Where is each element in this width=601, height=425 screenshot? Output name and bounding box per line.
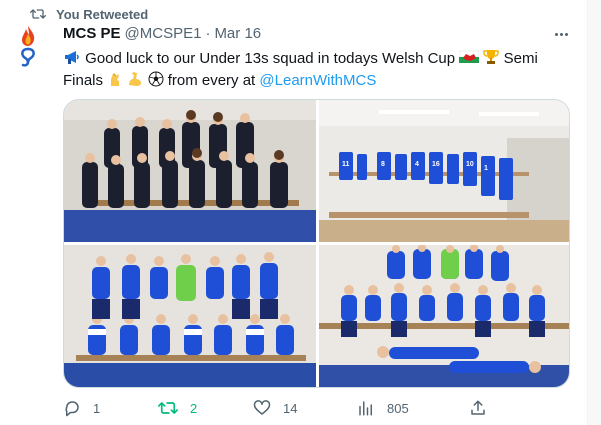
- views-button[interactable]: 805: [357, 396, 409, 420]
- squad-photo-uniform[interactable]: [64, 100, 316, 242]
- svg-text:16: 16: [432, 161, 440, 168]
- display-name[interactable]: MCS PE: [63, 25, 121, 42]
- svg-text:8: 8: [381, 161, 385, 168]
- photo-image: 11 8 4 16 10 1: [319, 100, 569, 242]
- wales-flag-emoji: [459, 50, 480, 63]
- trophy-emoji: [483, 50, 500, 64]
- like-count: 14: [283, 400, 298, 416]
- retweet-button[interactable]: 2: [158, 396, 197, 420]
- more-options-button[interactable]: [552, 27, 570, 41]
- svg-text:11: 11: [342, 161, 350, 168]
- tweet-text-line-1: Good luck to our Under 13s squad in toda…: [63, 48, 563, 70]
- user-handle[interactable]: @MCSPE1: [125, 25, 202, 42]
- reply-icon: [65, 401, 79, 417]
- reply-count: 1: [93, 400, 101, 416]
- photo-image: [64, 100, 316, 242]
- views-icon: [359, 401, 372, 416]
- megaphone-emoji: [65, 51, 79, 64]
- svg-text:4: 4: [415, 161, 419, 168]
- photo-image: [319, 245, 569, 387]
- tweet-text-part: from every at: [167, 72, 256, 89]
- tweet-text-part: Semi: [503, 50, 538, 67]
- share-icon: [471, 400, 485, 415]
- squad-photo-kit[interactable]: [64, 245, 316, 387]
- retweet-banner: You Retweeted: [30, 5, 148, 23]
- crossed-fingers-emoji: [111, 73, 120, 86]
- heart-icon: [253, 400, 271, 415]
- tweet-text-part: Finals: [63, 72, 104, 89]
- changing-room-kit-photo[interactable]: 11 8 4 16 10 1: [319, 100, 569, 242]
- photo-image: [64, 245, 316, 387]
- action-bar: 1 2 14 805: [63, 396, 493, 420]
- avatar[interactable]: [16, 24, 40, 70]
- tweet-text-line-2: Finals from every at @LearnWithMCS: [63, 70, 563, 92]
- tweet-text: Good luck to our Under 13s squad in toda…: [63, 48, 563, 92]
- like-button[interactable]: 14: [253, 396, 297, 420]
- retweet-banner-text: You Retweeted: [56, 6, 149, 22]
- tweet-header: MCS PE @MCSPE1 · Mar 16: [63, 25, 261, 45]
- retweet-icon: [158, 402, 178, 414]
- retweet-icon: [30, 9, 46, 19]
- svg-text:1: 1: [484, 165, 488, 172]
- more-icon: [554, 32, 558, 36]
- reply-button[interactable]: 1: [63, 396, 100, 420]
- scrollbar-track[interactable]: [587, 0, 601, 425]
- squad-photo-kit-lying[interactable]: [319, 245, 569, 387]
- media-grid: 11 8 4 16 10 1: [63, 99, 570, 388]
- tweet-date[interactable]: Mar 16: [214, 25, 261, 42]
- tweet-card[interactable]: You Retweeted MCS PE @MCSPE1 · Mar 16 Go…: [0, 0, 601, 425]
- tweet-text-part: Good luck to our Under 13s squad in toda…: [85, 50, 456, 67]
- share-button[interactable]: [469, 396, 487, 420]
- soccer-ball-emoji: [148, 71, 164, 87]
- svg-text:10: 10: [466, 161, 474, 168]
- retweet-count: 2: [190, 400, 198, 416]
- views-count: 805: [387, 400, 409, 416]
- mention-link[interactable]: @LearnWithMCS: [259, 72, 376, 89]
- separator-dot: ·: [205, 25, 211, 42]
- flexed-biceps-emoji: [129, 72, 142, 86]
